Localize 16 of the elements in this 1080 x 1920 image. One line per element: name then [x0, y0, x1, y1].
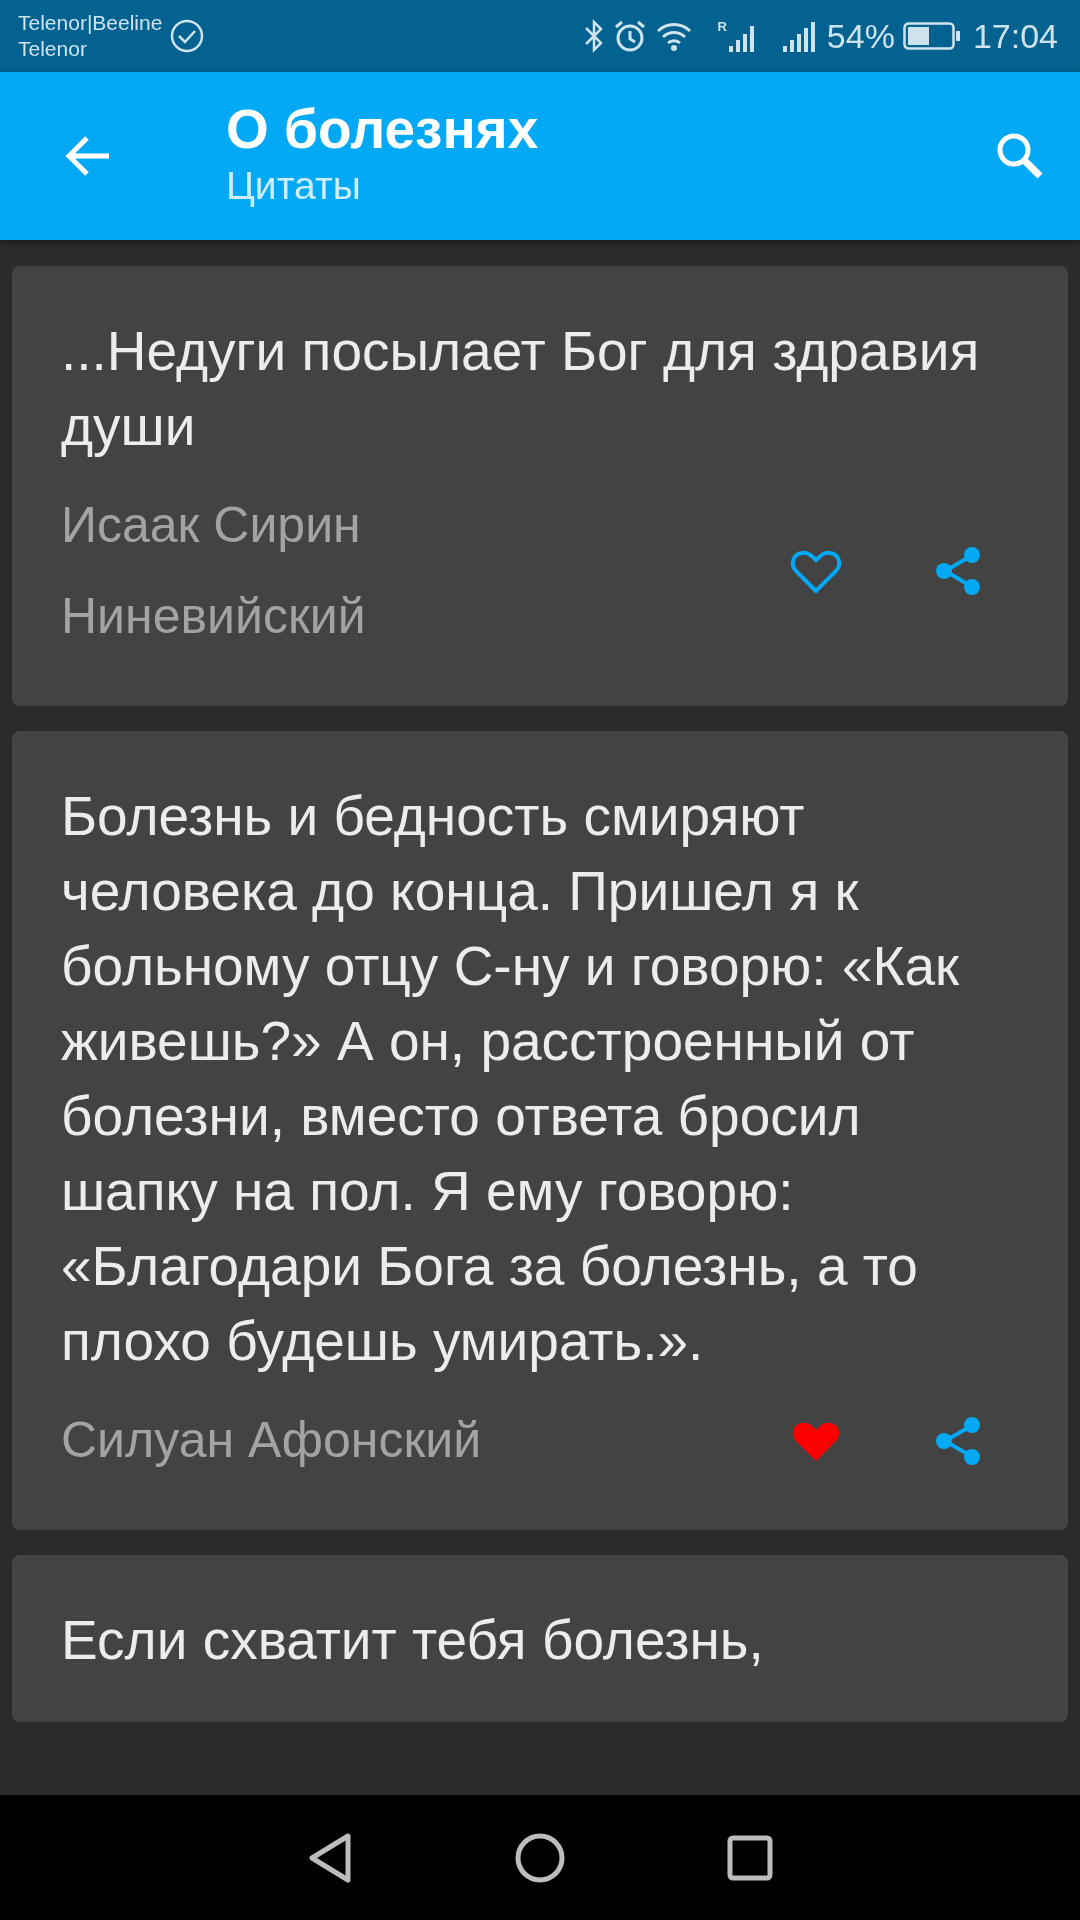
check-circle-icon	[170, 19, 205, 53]
roaming-mark: R	[717, 20, 727, 33]
quote-author: Силуан Афонский	[61, 1411, 483, 1470]
battery-icon	[902, 22, 961, 50]
carrier-name: Telenor	[18, 36, 88, 62]
carrier-name: Telenor|Beeline	[18, 10, 163, 36]
quote-author: Исаак Сирин Ниневийский	[61, 496, 367, 646]
alarm-icon	[613, 19, 648, 53]
screen-subtitle: Цитаты	[226, 163, 362, 209]
clock-time: 17:04	[972, 15, 1058, 57]
quote-text: ...Недуги посылает Бог для здравия души	[61, 319, 981, 459]
battery-percent: 54%	[826, 15, 895, 57]
quote-text: Если схватит тебя болезнь,	[61, 1608, 765, 1673]
screen-title: О болезнях	[226, 97, 539, 161]
quote-text: Болезнь и бедность смиряют человека до конца. Пришел я к больному отцу С-ну и говорю: «Как живешь?» А он, расстроенный от болезни, вместо ответа бросил шапку на пол. Я ему говорю: «Благодари Бога за болезнь, а то плохо будешь умирать.».	[61, 784, 961, 1374]
wifi-icon	[655, 20, 694, 52]
